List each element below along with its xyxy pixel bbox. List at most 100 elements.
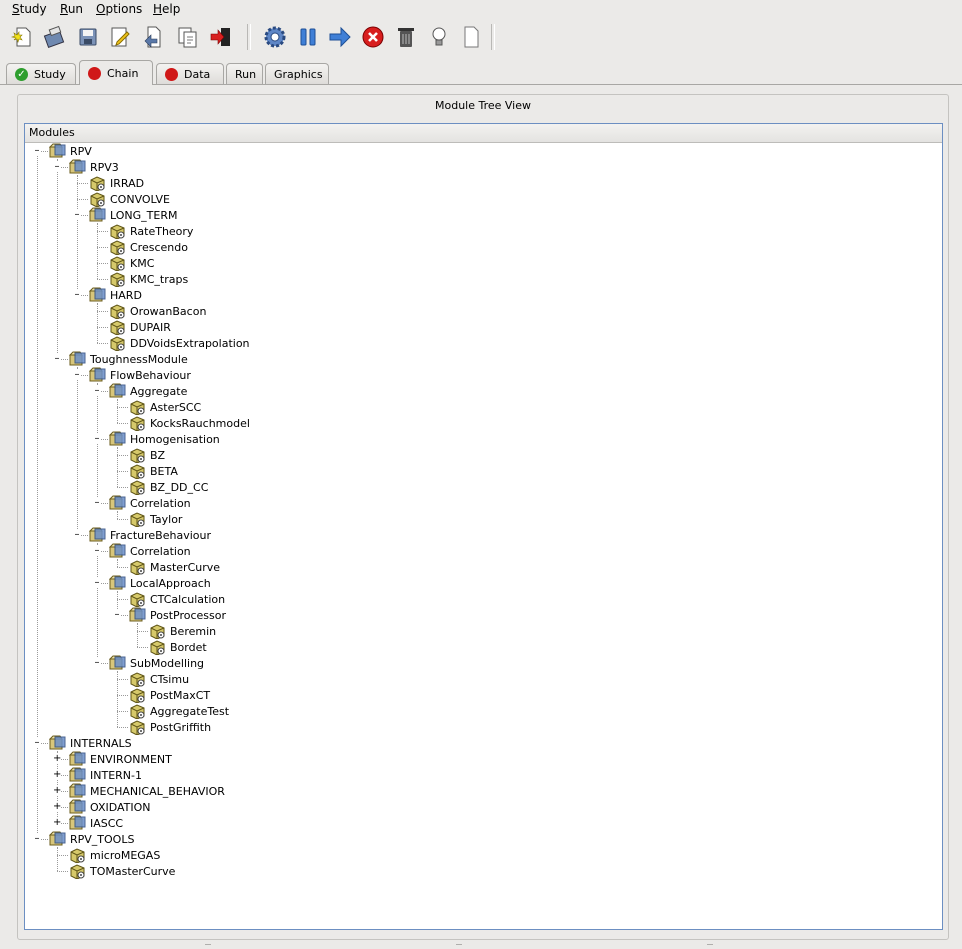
tree-item[interactable]: PostProcessor: [128, 607, 226, 623]
tree-connector: [57, 855, 68, 856]
tree-item[interactable]: HARD: [88, 287, 142, 303]
tree-item[interactable]: MasterCurve: [129, 559, 220, 576]
collapse-toggle[interactable]: –: [93, 386, 101, 396]
tab-label: Run: [235, 67, 257, 81]
tab-data[interactable]: Data: [156, 63, 224, 84]
tree-item[interactable]: LONG_TERM: [88, 207, 177, 223]
tree-item[interactable]: SubModelling: [108, 655, 204, 671]
tree-item[interactable]: RPV: [48, 143, 92, 159]
import-icon[interactable]: [140, 24, 168, 50]
lightbulb-icon[interactable]: [425, 24, 453, 50]
tree-item[interactable]: DUPAIR: [109, 319, 171, 336]
menu-options[interactable]: Options: [96, 2, 142, 16]
collapse-toggle[interactable]: –: [73, 290, 81, 300]
expand-toggle[interactable]: +: [53, 754, 61, 764]
stop-icon[interactable]: [359, 24, 387, 50]
tree-item[interactable]: KocksRauchmodel: [129, 415, 250, 432]
menu-run[interactable]: Run: [60, 2, 83, 16]
exit-icon[interactable]: [207, 24, 235, 50]
tree-item[interactable]: FlowBehaviour: [88, 367, 191, 383]
tree-item[interactable]: INTERNALS: [48, 735, 132, 751]
save-as-icon[interactable]: [41, 24, 69, 50]
tree-item[interactable]: INTERN-1: [68, 767, 142, 783]
tree-item[interactable]: IRRAD: [89, 175, 144, 192]
tree-item[interactable]: KMC_traps: [109, 271, 188, 288]
tree-item[interactable]: PostMaxCT: [129, 687, 210, 704]
tree-item[interactable]: Crescendo: [109, 239, 188, 256]
collapse-toggle[interactable]: –: [53, 162, 61, 172]
tree-item[interactable]: Correlation: [108, 543, 191, 559]
save-icon[interactable]: [74, 24, 102, 50]
tab-graphics[interactable]: Graphics: [265, 63, 329, 84]
tree-item[interactable]: FractureBehaviour: [88, 527, 211, 543]
tree-item[interactable]: LocalApproach: [108, 575, 211, 591]
menu-study[interactable]: Study: [12, 2, 47, 16]
tree-item[interactable]: CTsimu: [129, 671, 189, 688]
edit-icon[interactable]: [106, 24, 134, 50]
blank-page-icon[interactable]: [457, 24, 485, 50]
collapse-toggle[interactable]: –: [93, 498, 101, 508]
tree-item[interactable]: PostGriffith: [129, 719, 211, 736]
tree-item[interactable]: OXIDATION: [68, 799, 151, 815]
tree-item[interactable]: MECHANICAL_BEHAVIOR: [68, 783, 225, 799]
collapse-toggle[interactable]: –: [33, 834, 41, 844]
trash-icon[interactable]: [392, 24, 420, 50]
tree-item[interactable]: BZ: [129, 447, 165, 464]
tree-item[interactable]: Aggregate: [108, 383, 187, 399]
collapse-toggle[interactable]: –: [73, 210, 81, 220]
expand-toggle[interactable]: +: [53, 786, 61, 796]
collapse-toggle[interactable]: –: [113, 610, 121, 620]
tree-item[interactable]: RPV_TOOLS: [48, 831, 134, 847]
tree-item[interactable]: CTCalculation: [129, 591, 225, 608]
tree-item[interactable]: ENVIRONMENT: [68, 751, 172, 767]
module-icon: [129, 687, 146, 704]
copy-icon[interactable]: [173, 24, 201, 50]
status-ok-icon: ✓: [15, 67, 28, 81]
tree-column-header[interactable]: Modules: [25, 124, 942, 143]
tree-item[interactable]: DDVoidsExtrapolation: [109, 335, 250, 352]
run-arrow-icon[interactable]: [326, 24, 354, 50]
tree-item[interactable]: Beremin: [149, 623, 216, 640]
menu-help[interactable]: Help: [153, 2, 180, 16]
tree-item[interactable]: RPV3: [68, 159, 119, 175]
tree-item[interactable]: RateTheory: [109, 223, 193, 240]
collapse-toggle[interactable]: –: [93, 578, 101, 588]
expand-toggle[interactable]: +: [53, 802, 61, 812]
tree-item[interactable]: TOMasterCurve: [69, 863, 175, 880]
pause-icon[interactable]: [294, 24, 322, 50]
tab-run[interactable]: Run: [226, 63, 263, 84]
expand-toggle[interactable]: +: [53, 818, 61, 828]
module-tree[interactable]: Modules – RPV – RPV3 IRRAD CONVOLVE – LONG_TERM…: [24, 123, 943, 930]
tree-item[interactable]: Taylor: [129, 511, 182, 528]
tab-study[interactable]: ✓ Study: [6, 63, 76, 84]
collapse-toggle[interactable]: –: [93, 546, 101, 556]
tree-item[interactable]: Bordet: [149, 639, 207, 656]
tree-item[interactable]: Homogenisation: [108, 431, 220, 447]
resize-grip[interactable]: [707, 944, 713, 947]
expand-toggle[interactable]: +: [53, 770, 61, 780]
tree-item[interactable]: ToughnessModule: [68, 351, 188, 367]
collapse-toggle[interactable]: –: [33, 146, 41, 156]
collapse-toggle[interactable]: –: [73, 370, 81, 380]
collapse-toggle[interactable]: –: [33, 738, 41, 748]
tree-item[interactable]: microMEGAS: [69, 847, 160, 864]
tree-item[interactable]: IASCC: [68, 815, 123, 831]
collapse-toggle[interactable]: –: [53, 354, 61, 364]
tree-item[interactable]: Correlation: [108, 495, 191, 511]
settings-gear-icon[interactable]: [261, 24, 289, 50]
tab-chain[interactable]: Chain: [79, 60, 153, 85]
tree-item[interactable]: AsterSCC: [129, 399, 201, 416]
collapse-toggle[interactable]: –: [93, 434, 101, 444]
tree-item[interactable]: CONVOLVE: [89, 191, 170, 208]
collapse-toggle[interactable]: –: [73, 530, 81, 540]
tree-item[interactable]: KMC: [109, 255, 154, 272]
collapse-toggle[interactable]: –: [93, 658, 101, 668]
resize-grip[interactable]: [456, 944, 462, 947]
new-icon[interactable]: [8, 24, 36, 50]
resize-grip[interactable]: [205, 944, 211, 947]
tree-item[interactable]: AggregateTest: [129, 703, 229, 720]
tree-item[interactable]: OrowanBacon: [109, 303, 206, 320]
tree-item[interactable]: BZ_DD_CC: [129, 479, 208, 496]
tree-connector: [117, 399, 118, 423]
tree-item[interactable]: BETA: [129, 463, 178, 480]
